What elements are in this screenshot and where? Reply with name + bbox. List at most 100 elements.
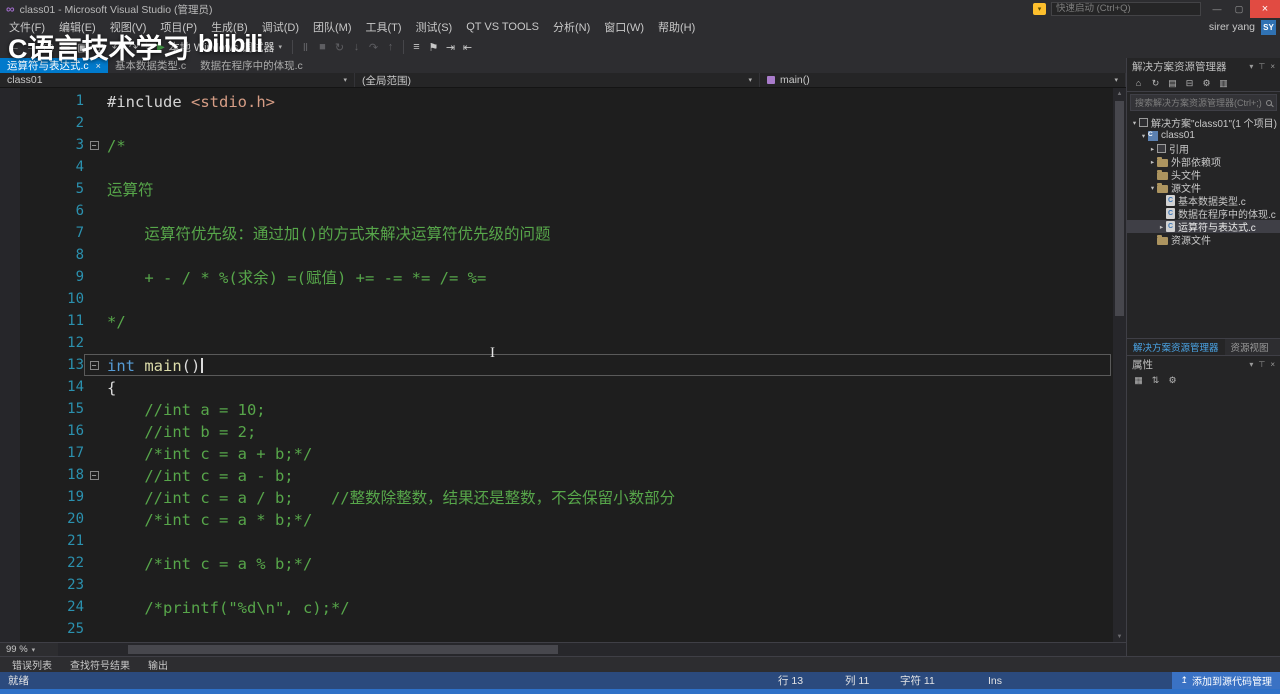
tree-item-7[interactable]: C 数据在程序中的体现.c xyxy=(1127,207,1280,220)
menu-item-7[interactable]: 工具(T) xyxy=(359,18,409,36)
close-button[interactable]: × xyxy=(1250,0,1280,18)
code-line-4[interactable]: 4 xyxy=(0,156,1113,178)
bookmark-icon[interactable]: ⚑ xyxy=(425,38,442,56)
code-line-7[interactable]: 7 运算符优先级：通过加()的方式来解决运算符优先级的问题 xyxy=(0,222,1113,244)
refresh-icon[interactable]: ↻ xyxy=(1148,76,1163,90)
tree-item-2[interactable]: ▸ 引用 xyxy=(1127,142,1280,155)
menu-item-9[interactable]: QT VS TOOLS xyxy=(459,18,546,36)
maximize-button[interactable]: ▢ xyxy=(1228,0,1250,18)
code-line-16[interactable]: 16 //int b = 2; xyxy=(0,420,1113,442)
code-line-21[interactable]: 21 xyxy=(0,530,1113,552)
restart-icon[interactable]: ↻ xyxy=(331,38,348,56)
outdent-icon[interactable]: ⇤ xyxy=(459,38,476,56)
property-pages-icon[interactable]: ⚙ xyxy=(1165,373,1180,387)
code-line-17[interactable]: 17 /*int c = a + b;*/ xyxy=(0,442,1113,464)
horizontal-scrollbar-thumb[interactable] xyxy=(128,645,558,654)
step-out-icon[interactable]: ↑ xyxy=(382,38,399,56)
code-line-14[interactable]: 14 { xyxy=(0,376,1113,398)
tree-item-9[interactable]: 资源文件 xyxy=(1127,233,1280,246)
panel-menu-icon[interactable]: ▾ xyxy=(1249,360,1253,369)
solution-search-input[interactable]: 搜索解决方案资源管理器(Ctrl+;) xyxy=(1130,94,1277,111)
bottom-tab-1[interactable]: 查找符号结果 xyxy=(62,657,138,672)
scroll-down-icon[interactable]: ▼ xyxy=(1113,631,1126,642)
project-dropdown[interactable]: class01 ▾ xyxy=(0,73,355,87)
menu-item-6[interactable]: 团队(M) xyxy=(306,18,359,36)
code-line-25[interactable]: 25 xyxy=(0,618,1113,640)
panel-tab-1[interactable]: 资源视图 xyxy=(1225,339,1275,355)
tree-item-0[interactable]: ▾ 解决方案"class01"(1 个项目) xyxy=(1127,116,1280,129)
categorized-icon[interactable]: ▦ xyxy=(1131,373,1146,387)
minimize-button[interactable]: — xyxy=(1206,0,1228,18)
chevron-right-icon[interactable]: ▸ xyxy=(1148,145,1157,153)
comment-icon[interactable]: ≡ xyxy=(408,38,425,56)
home-icon[interactable]: ⌂ xyxy=(1131,76,1146,90)
pin-icon[interactable]: ⊤ xyxy=(1258,360,1265,369)
scope-dropdown[interactable]: (全局范围) ▾ xyxy=(355,73,760,87)
add-to-source-control-button[interactable]: ↥ 添加到源代码管理 xyxy=(1172,672,1280,689)
menu-item-10[interactable]: 分析(N) xyxy=(546,18,597,36)
tree-item-4[interactable]: 头文件 xyxy=(1127,168,1280,181)
code-line-12[interactable]: 12 xyxy=(0,332,1113,354)
close-icon[interactable]: × xyxy=(1270,360,1275,369)
vertical-scrollbar[interactable]: ▲ ▼ xyxy=(1113,88,1126,642)
step-over-icon[interactable]: ↷ xyxy=(365,38,382,56)
panel-menu-icon[interactable]: ▾ xyxy=(1249,62,1253,71)
preview-icon[interactable]: ▥ xyxy=(1216,76,1231,90)
code-line-23[interactable]: 23 xyxy=(0,574,1113,596)
collapse-region-icon[interactable]: − xyxy=(89,360,99,370)
collapse-region-icon[interactable]: − xyxy=(89,470,99,480)
collapse-region-icon[interactable]: − xyxy=(89,140,99,150)
code-line-6[interactable]: 6 xyxy=(0,200,1113,222)
menu-item-5[interactable]: 调试(D) xyxy=(255,18,306,36)
menu-item-11[interactable]: 窗口(W) xyxy=(597,18,651,36)
break-all-icon[interactable]: Ⅱ xyxy=(297,38,314,56)
code-line-11[interactable]: 11 */ xyxy=(0,310,1113,332)
code-line-22[interactable]: 22 /*int c = a % b;*/ xyxy=(0,552,1113,574)
chevron-right-icon[interactable]: ▸ xyxy=(1148,158,1157,166)
code-line-18[interactable]: 18− //int c = a - b; xyxy=(0,464,1113,486)
chevron-down-icon[interactable]: ▾ xyxy=(1139,132,1148,140)
menu-item-12[interactable]: 帮助(H) xyxy=(651,18,702,36)
code-line-20[interactable]: 20 /*int c = a * b;*/ xyxy=(0,508,1113,530)
zoom-dropdown[interactable]: 99 % ▾ xyxy=(0,644,58,655)
code-line-2[interactable]: 2 xyxy=(0,112,1113,134)
tree-item-6[interactable]: C 基本数据类型.c xyxy=(1127,194,1280,207)
indent-icon[interactable]: ⇥ xyxy=(442,38,459,56)
quick-launch-input[interactable]: 快速启动 (Ctrl+Q) xyxy=(1051,2,1201,16)
code-line-3[interactable]: 3−/* xyxy=(0,134,1113,156)
show-all-files-icon[interactable]: ▤ xyxy=(1165,76,1180,90)
chevron-down-icon[interactable]: ▾ xyxy=(278,43,282,51)
tree-item-1[interactable]: ▾ Cclass01 xyxy=(1127,129,1280,142)
tree-item-3[interactable]: ▸ 外部依赖项 xyxy=(1127,155,1280,168)
step-into-icon[interactable]: ↓ xyxy=(348,38,365,56)
chevron-down-icon[interactable]: ▾ xyxy=(1148,184,1157,192)
stop-debug-icon[interactable]: ■ xyxy=(314,38,331,56)
panel-tab-0[interactable]: 解决方案资源管理器 xyxy=(1127,339,1225,355)
user-name[interactable]: sirer yang xyxy=(1209,21,1255,33)
properties-icon[interactable]: ⚙ xyxy=(1199,76,1214,90)
code-line-13[interactable]: 13− int main() xyxy=(0,354,1113,376)
code-editor[interactable]: 1 #include <stdio.h> 2 3−/* 4 5 运算符 6 7 运算符优先级：通… xyxy=(0,88,1126,642)
alphabetical-icon[interactable]: ⇅ xyxy=(1148,373,1163,387)
code-line-19[interactable]: 19 //int c = a / b; //整数除整数，结果还是整数，不会保留小… xyxy=(0,486,1113,508)
member-dropdown[interactable]: main() ▾ xyxy=(760,73,1126,87)
tree-item-5[interactable]: ▾ 源文件 xyxy=(1127,181,1280,194)
vertical-scrollbar-thumb[interactable] xyxy=(1115,101,1124,316)
close-icon[interactable]: × xyxy=(1270,62,1275,71)
scroll-up-icon[interactable]: ▲ xyxy=(1113,88,1126,99)
chevron-down-icon[interactable]: ▾ xyxy=(1130,119,1139,127)
bottom-tab-2[interactable]: 输出 xyxy=(140,657,176,672)
code-line-5[interactable]: 5 运算符 xyxy=(0,178,1113,200)
menu-item-8[interactable]: 测试(S) xyxy=(409,18,460,36)
code-line-15[interactable]: 15 //int a = 10; xyxy=(0,398,1113,420)
collapse-all-icon[interactable]: ⊟ xyxy=(1182,76,1197,90)
chevron-right-icon[interactable]: ▸ xyxy=(1157,223,1166,231)
bottom-tab-0[interactable]: 错误列表 xyxy=(4,657,60,672)
code-line-8[interactable]: 8 xyxy=(0,244,1113,266)
notifications-flag-icon[interactable]: ▾ xyxy=(1033,3,1046,15)
code-line-10[interactable]: 10 xyxy=(0,288,1113,310)
user-avatar[interactable]: SY xyxy=(1261,19,1276,35)
horizontal-scrollbar[interactable] xyxy=(58,643,1126,656)
tree-item-8[interactable]: ▸ C 运算符与表达式.c xyxy=(1127,220,1280,233)
pin-icon[interactable]: ⊤ xyxy=(1258,62,1265,71)
